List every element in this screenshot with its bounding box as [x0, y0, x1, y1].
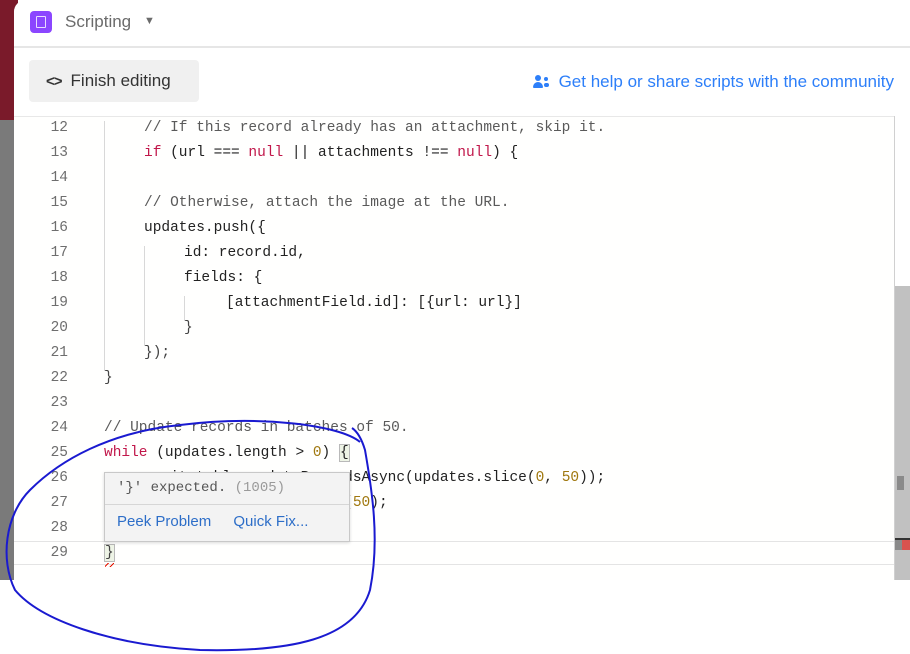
- caret-down-icon[interactable]: ▼: [144, 15, 155, 27]
- code-line: 14: [14, 167, 894, 192]
- finish-editing-label: Finish editing: [70, 71, 171, 90]
- line-number: 29: [50, 545, 68, 561]
- scrollbar-marker: [895, 540, 902, 550]
- line-number: 22: [50, 370, 68, 386]
- line-number: 20: [50, 320, 68, 336]
- line-number: 13: [50, 145, 68, 161]
- error-message: '}' expected. (1005): [105, 473, 349, 505]
- code-line: 12 // If this record already has an atta…: [14, 117, 894, 142]
- code-text: }: [184, 320, 193, 336]
- code-text: while (updates.length > 0) {: [104, 444, 350, 462]
- code-text: // If this record already has an attachm…: [144, 120, 606, 136]
- toolbar: <> Finish editing Get help or share scri…: [14, 48, 910, 116]
- code-line: 25 while (updates.length > 0) {: [14, 442, 894, 467]
- code-line: 23: [14, 392, 894, 417]
- line-number: 16: [50, 220, 68, 236]
- community-help-label: Get help or share scripts with the commu…: [558, 72, 894, 91]
- code-text: // Update records in batches of 50.: [104, 420, 409, 436]
- code-line: 19 [attachmentField.id]: [{url: url}]: [14, 292, 894, 317]
- code-text: }: [104, 370, 113, 386]
- scrollbar-thumb[interactable]: [895, 286, 910, 580]
- code-text: id: record.id,: [184, 245, 306, 261]
- line-number: 25: [50, 445, 68, 461]
- community-help-link[interactable]: Get help or share scripts with the commu…: [532, 72, 894, 92]
- error-code: (1005): [234, 480, 286, 496]
- code-text: updates.push({: [144, 220, 266, 236]
- matched-bracket: {: [338, 444, 350, 462]
- script-icon: [30, 11, 52, 33]
- line-number: 28: [50, 520, 68, 536]
- code-text: [attachmentField.id]: [{url: url}]: [226, 295, 522, 311]
- line-number: 21: [50, 345, 68, 361]
- code-line: 24 // Update records in batches of 50.: [14, 417, 894, 442]
- code-text: fields: {: [184, 270, 263, 286]
- code-text: if (url === null || attachments !== null…: [144, 145, 519, 161]
- line-number: 17: [50, 245, 68, 261]
- code-line: 17 id: record.id,: [14, 242, 894, 267]
- line-number: 14: [50, 170, 68, 186]
- panel-header: Scripting ▼: [14, 0, 910, 48]
- code-text: // Otherwise, attach the image at the UR…: [144, 195, 510, 211]
- code-line: 22 }: [14, 367, 894, 392]
- line-number: 12: [50, 120, 68, 136]
- line-number: 24: [50, 420, 68, 436]
- code-text: }: [104, 544, 115, 562]
- line-number: 15: [50, 195, 68, 211]
- code-line: 15 // Otherwise, attach the image at the…: [14, 192, 894, 217]
- line-number: 18: [50, 270, 68, 286]
- line-number: 27: [50, 495, 68, 511]
- code-line: 16 updates.push({: [14, 217, 894, 242]
- scrollbar-error-marker: [902, 540, 910, 550]
- code-line: 20 }: [14, 317, 894, 342]
- line-number: 26: [50, 470, 68, 486]
- code-line: 29 }: [14, 542, 894, 567]
- code-icon: <>: [46, 72, 63, 90]
- line-number: 23: [50, 395, 68, 411]
- code-line: 13 if (url === null || attachments !== n…: [14, 142, 894, 167]
- finish-editing-button[interactable]: <> Finish editing: [29, 60, 199, 102]
- error-hover-popup: '}' expected. (1005) Peek Problem Quick …: [104, 472, 350, 542]
- vertical-scrollbar[interactable]: [895, 116, 910, 580]
- hover-actions: Peek Problem Quick Fix...: [117, 513, 326, 530]
- code-line: 21 });: [14, 342, 894, 367]
- code-line: 18 fields: {: [14, 267, 894, 292]
- scripting-panel: Scripting ▼ <> Finish editing Get help o…: [14, 0, 910, 580]
- code-text: });: [144, 345, 171, 361]
- quick-fix-link[interactable]: Quick Fix...: [233, 513, 308, 530]
- peek-problem-link[interactable]: Peek Problem: [117, 513, 211, 530]
- app-title[interactable]: Scripting: [65, 12, 131, 32]
- error-squiggle: [105, 563, 114, 567]
- users-icon: [532, 75, 549, 89]
- line-number: 19: [50, 295, 68, 311]
- code-editor[interactable]: 12 // If this record already has an atta…: [14, 116, 894, 580]
- scrollbar-cursor-marker: [897, 476, 904, 490]
